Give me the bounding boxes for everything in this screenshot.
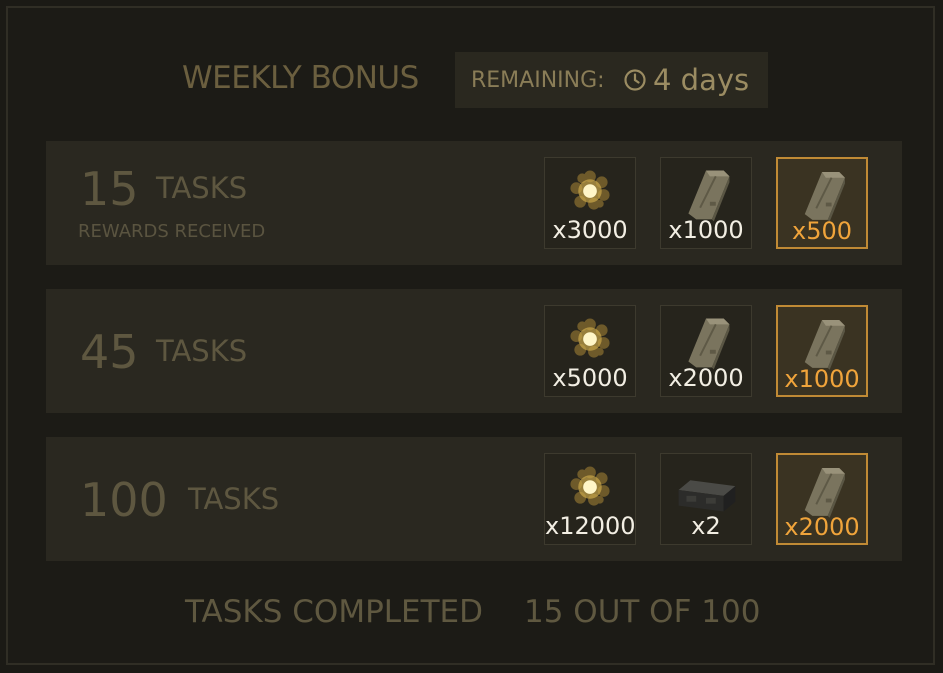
energy-orb-icon <box>570 466 610 506</box>
reward-slot-armor[interactable]: x1000 <box>660 157 752 249</box>
reward-quantity: x2 <box>691 512 721 540</box>
reward-slot-energy[interactable]: x12000 <box>544 453 636 545</box>
progress-footer: TASKS COMPLETED 15 OUT OF 100 <box>8 590 933 634</box>
energy-orb-icon <box>570 318 610 358</box>
tier-unit: TASKS <box>156 334 248 368</box>
remaining-timer: REMAINING: 4 days <box>455 52 768 108</box>
tier-count: 100 <box>80 473 168 527</box>
armor-plate-icon <box>688 170 730 222</box>
panel-title: WEEKLY BONUS <box>182 60 419 96</box>
reward-quantity: x2000 <box>668 364 744 392</box>
clock-icon <box>624 69 646 91</box>
tier-row-15: 15 TASKS REWARDS RECEIVED x3000 x1000 x5… <box>46 141 902 265</box>
armor-plate-icon <box>688 318 730 370</box>
panel-header: WEEKLY BONUS REMAINING: 4 days <box>8 52 933 108</box>
reward-quantity: x3000 <box>552 216 628 244</box>
tasks-completed-value: 15 OUT OF 100 <box>524 594 761 630</box>
tier-row-100: 100 TASKS x12000 x2 x2000 <box>46 437 902 561</box>
reward-slot-crate[interactable]: x2 <box>660 453 752 545</box>
remaining-label: REMAINING: <box>471 68 605 93</box>
reward-quantity: x1000 <box>668 216 744 244</box>
tier-row-45: 45 TASKS x5000 x2000 x1000 <box>46 289 902 413</box>
reward-quantity: x500 <box>791 217 852 245</box>
reward-quantity: x2000 <box>784 513 860 541</box>
reward-slot-energy[interactable]: x5000 <box>544 305 636 397</box>
reward-slot-armor[interactable]: x2000 <box>660 305 752 397</box>
tier-count: 45 <box>80 325 139 379</box>
reward-quantity: x5000 <box>552 364 628 392</box>
tier-unit: TASKS <box>188 482 280 516</box>
ammo-crate-icon <box>678 480 736 512</box>
weekly-bonus-panel: WEEKLY BONUS REMAINING: 4 days 15 TASKS … <box>6 6 935 665</box>
tier-unit: TASKS <box>156 171 248 205</box>
reward-slot-armor-highlighted[interactable]: x2000 <box>776 453 868 545</box>
tasks-completed-label: TASKS COMPLETED <box>185 594 484 630</box>
reward-quantity: x1000 <box>784 365 860 393</box>
reward-slot-armor-highlighted[interactable]: x1000 <box>776 305 868 397</box>
energy-orb-icon <box>570 170 610 210</box>
reward-slot-armor-highlighted[interactable]: x500 <box>776 157 868 249</box>
remaining-value: 4 days <box>653 63 750 97</box>
tier-status: REWARDS RECEIVED <box>78 221 266 242</box>
armor-plate-icon <box>804 320 845 370</box>
reward-quantity: x12000 <box>545 512 636 540</box>
armor-plate-icon <box>804 468 845 518</box>
reward-slot-energy[interactable]: x3000 <box>544 157 636 249</box>
tier-count: 15 <box>80 162 139 216</box>
armor-plate-icon <box>804 172 845 222</box>
